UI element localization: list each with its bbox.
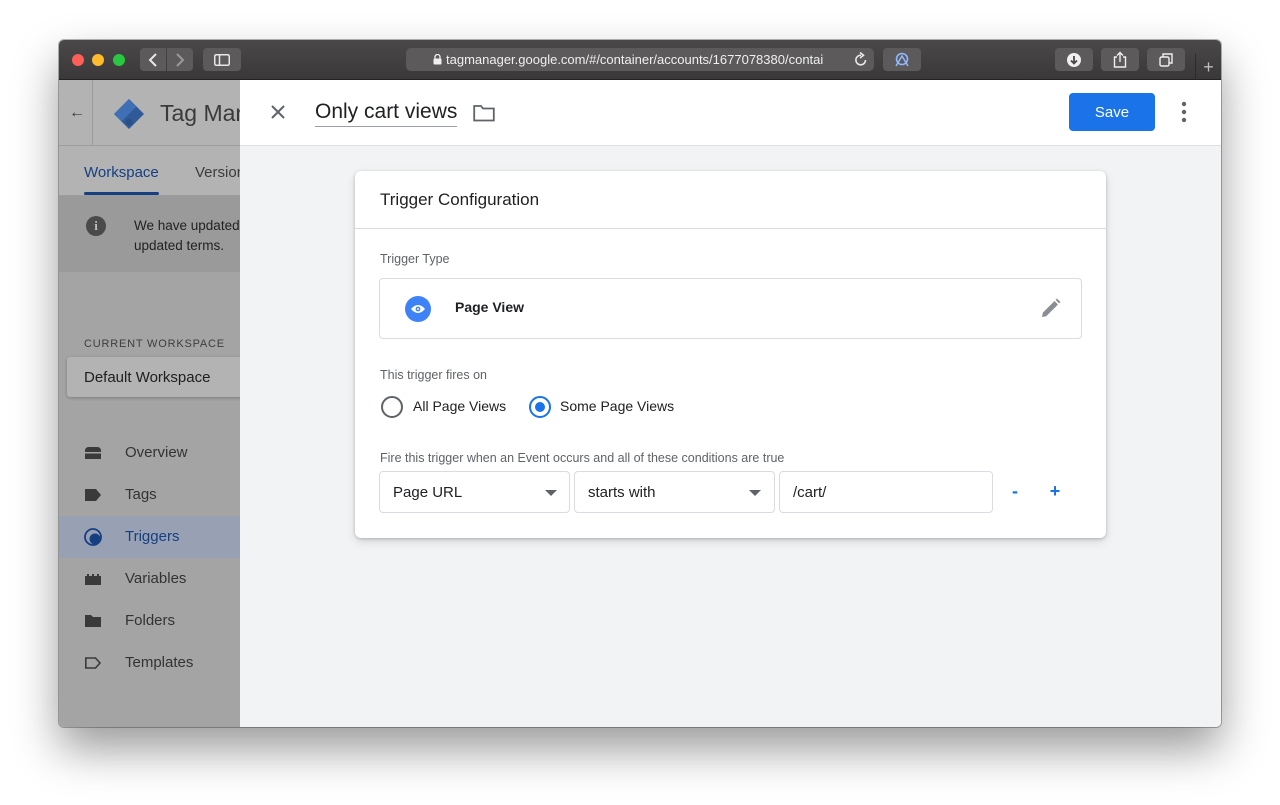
sidebar-item-variables[interactable]: Variables xyxy=(59,558,240,600)
new-tab-icon: + xyxy=(1203,56,1214,77)
current-workspace-label: CURRENT WORKSPACE xyxy=(84,338,225,350)
address-bar[interactable]: tagmanager.google.com/#/container/accoun… xyxy=(406,48,874,71)
chevron-down-icon xyxy=(749,490,761,496)
sidebar-item-folders[interactable]: Folders xyxy=(59,600,240,642)
tab-versions[interactable]: Versions xyxy=(195,164,240,181)
back-arrow-icon[interactable]: ← xyxy=(69,104,85,122)
sidebar-item-templates[interactable]: Templates xyxy=(59,642,240,684)
trigger-editor-panel: Only cart views Save Trigger Configurati… xyxy=(240,80,1221,727)
sidebar-item-label: Overview xyxy=(125,444,188,461)
variable-dropdown[interactable]: Page URL xyxy=(379,471,570,513)
sidebar-item-label: Templates xyxy=(125,654,194,671)
trigger-type-label: Trigger Type xyxy=(380,252,450,266)
variables-icon xyxy=(85,574,101,585)
reload-icon[interactable] xyxy=(854,51,868,67)
downloads-button[interactable] xyxy=(1055,48,1093,71)
template-icon xyxy=(85,657,102,669)
trigger-configuration-card: Trigger Configuration Trigger Type Page … xyxy=(355,171,1106,538)
nav-back-icon xyxy=(148,52,157,67)
nav-forward-icon xyxy=(176,52,185,67)
condition-value-input[interactable]: /cart/ xyxy=(779,471,993,513)
sidebar-item-label: Tags xyxy=(125,486,157,503)
condition-value-text: /cart/ xyxy=(793,484,827,501)
browser-forward-button[interactable] xyxy=(167,48,193,71)
trigger-icon xyxy=(84,528,102,546)
terms-notice: i We have updated updated terms. xyxy=(59,196,240,272)
chevron-down-icon xyxy=(545,490,557,496)
radio-all-page-views-label[interactable]: All Page Views xyxy=(413,398,506,414)
gtm-logo-icon xyxy=(114,99,144,129)
extension-icon xyxy=(895,52,909,66)
gtm-tabs: Workspace Versions xyxy=(59,146,240,196)
sidebar-item-triggers[interactable]: Triggers xyxy=(59,516,240,558)
share-button[interactable] xyxy=(1101,48,1139,71)
folder-icon[interactable] xyxy=(473,104,495,122)
save-button-label: Save xyxy=(1094,103,1130,121)
radio-some-page-views[interactable] xyxy=(529,396,551,418)
page-content: ← Tag Manager Workspace Versions i We ha… xyxy=(59,80,1221,727)
tab-workspace[interactable]: Workspace xyxy=(84,164,159,181)
close-window-button[interactable] xyxy=(72,54,84,66)
overview-icon xyxy=(85,447,101,459)
tag-icon xyxy=(85,489,101,501)
sidebar-toggle-button[interactable] xyxy=(203,48,241,71)
sidebar-icon xyxy=(214,53,230,66)
notice-line-2: updated terms. xyxy=(134,238,225,253)
variable-value: Page URL xyxy=(393,484,463,501)
close-icon xyxy=(271,105,285,119)
editor-header: Only cart views Save xyxy=(240,80,1221,146)
browser-window: tagmanager.google.com/#/container/accoun… xyxy=(59,40,1221,727)
download-icon xyxy=(1067,52,1081,67)
gtm-app-title: Tag Manager xyxy=(160,100,240,126)
workspace-selector[interactable]: Default Workspace xyxy=(67,357,240,397)
minimize-window-button[interactable] xyxy=(92,54,104,66)
trigger-type-name: Page View xyxy=(455,299,525,315)
zoom-window-button[interactable] xyxy=(113,54,125,66)
url-text: tagmanager.google.com/#/container/accoun… xyxy=(446,52,824,67)
sidebar-item-label: Triggers xyxy=(125,528,180,545)
condition-label: Fire this trigger when an Event occurs a… xyxy=(380,451,785,465)
gtm-sidebar: ← Tag Manager Workspace Versions i We ha… xyxy=(59,80,240,727)
header-divider xyxy=(92,80,93,146)
close-editor-button[interactable] xyxy=(266,100,290,124)
share-icon xyxy=(1113,51,1127,68)
active-tab-indicator xyxy=(84,192,159,195)
card-divider xyxy=(355,228,1106,229)
save-button[interactable]: Save xyxy=(1069,93,1155,131)
workspace-name: Default Workspace xyxy=(84,369,211,386)
add-condition-button[interactable]: + xyxy=(1047,477,1063,505)
extension-button[interactable] xyxy=(883,48,921,71)
remove-condition-button[interactable]: - xyxy=(1007,477,1023,505)
sidebar-item-tags[interactable]: Tags xyxy=(59,474,240,516)
tab-overview-button[interactable] xyxy=(1147,48,1185,71)
operator-value: starts with xyxy=(588,484,656,501)
browser-back-button[interactable] xyxy=(140,48,166,71)
browser-titlebar: tagmanager.google.com/#/container/accoun… xyxy=(59,40,1221,80)
more-vert-icon[interactable] xyxy=(1174,100,1194,124)
info-icon: i xyxy=(86,216,106,236)
tabs-icon xyxy=(1159,52,1173,67)
radio-all-page-views[interactable] xyxy=(381,396,403,418)
lock-icon xyxy=(433,54,442,65)
trigger-type-selector[interactable]: Page View xyxy=(379,278,1082,339)
folder-icon xyxy=(85,615,101,627)
sidebar-item-label: Variables xyxy=(125,570,187,587)
trigger-name-input[interactable]: Only cart views xyxy=(315,100,458,127)
card-title: Trigger Configuration xyxy=(380,190,540,209)
page-view-badge xyxy=(405,296,431,322)
gtm-header: ← Tag Manager xyxy=(59,80,240,146)
eye-icon xyxy=(411,305,425,313)
fires-on-label: This trigger fires on xyxy=(380,368,487,382)
notice-line-1: We have updated xyxy=(134,218,240,233)
new-tab-button[interactable]: + xyxy=(1195,54,1221,80)
sidebar-item-label: Folders xyxy=(125,612,176,629)
radio-some-page-views-label[interactable]: Some Page Views xyxy=(560,398,674,414)
operator-dropdown[interactable]: starts with xyxy=(574,471,775,513)
edit-pencil-icon[interactable] xyxy=(1040,298,1061,319)
sidebar-item-overview[interactable]: Overview xyxy=(59,432,240,474)
notice-text: We have updated updated terms. xyxy=(134,216,240,256)
